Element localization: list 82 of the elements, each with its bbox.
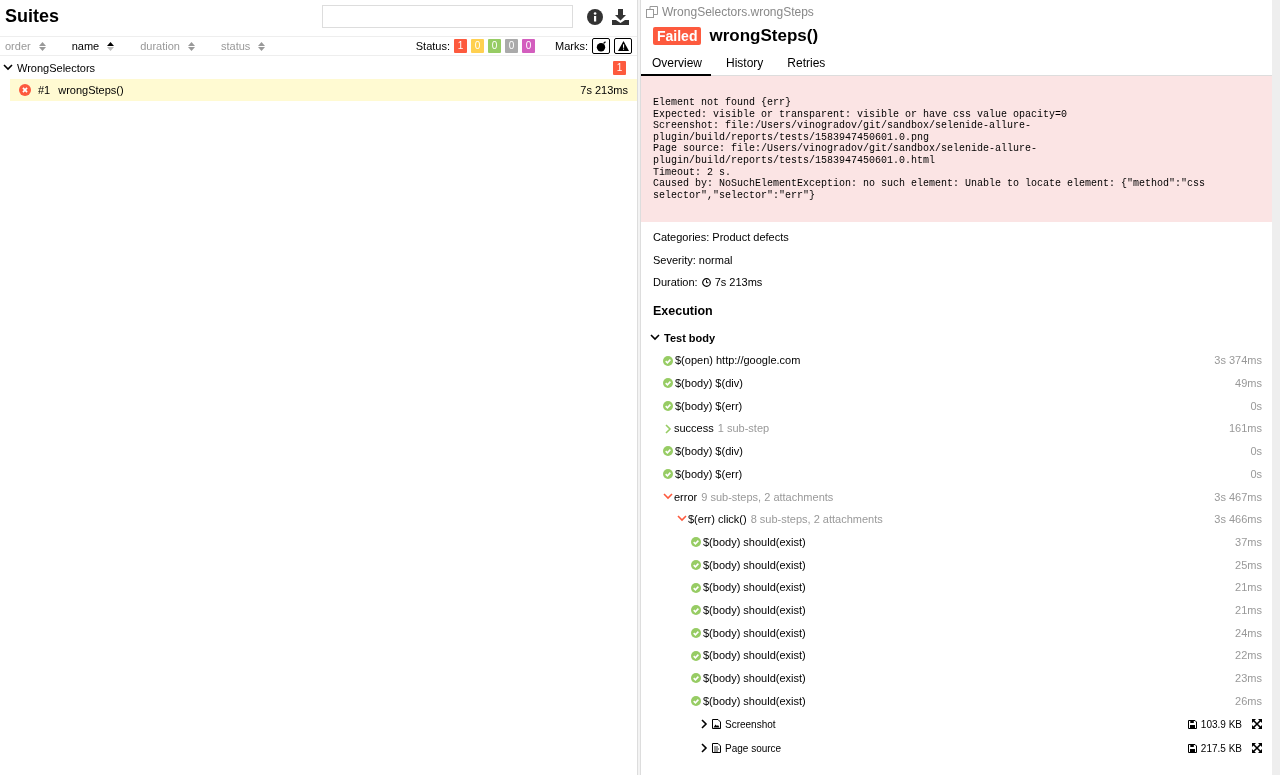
step-duration: 3s 374ms: [1214, 353, 1262, 369]
step-duration: 22ms: [1235, 648, 1262, 664]
status-badge: Failed: [653, 26, 702, 45]
step-summary: 1 sub-step: [717, 421, 770, 437]
step-name: $(body) should(exist): [703, 602, 806, 618]
step-summary: 8 sub-steps, 2 attachments: [750, 512, 883, 528]
expand-icon[interactable]: [1252, 719, 1262, 730]
step-name: $(body) $(err): [675, 466, 743, 482]
attachment-name[interactable]: Page source: [725, 740, 782, 756]
flaky-filter-button[interactable]: [592, 38, 610, 54]
error-message: Element not found {err} Expected: visible or transparent: visible or have css value opacity=0 Screenshot: file:/Users/vinogradov/git/sandbox/selenide-allure- plugin/build/reports/tests/1583947450601.0.png Page source: file:/Users/vinogradov/git/sandbox/selenide-allure- plugin/build/reports/tests/1583947450601.0.html Timeout: 2 s. Caused by: NoSuchElementException: no such element: Unable to locate element: {"method":"css selector","selector":"err"}: [641, 76, 1272, 223]
step-name: $(body) should(exist): [703, 534, 806, 550]
step-duration: 161ms: [1228, 421, 1262, 437]
step-duration: 24ms: [1235, 625, 1262, 641]
suite-name[interactable]: WrongSelectors: [17, 59, 96, 77]
chevron-right-icon[interactable]: [699, 719, 709, 730]
step-name: $(body) should(exist): [703, 671, 806, 686]
step-name[interactable]: $(err) click(): [688, 511, 747, 528]
severity-text: Severity: normal: [653, 252, 733, 268]
attachment-size: 103.9 KB: [1200, 717, 1242, 732]
info-icon[interactable]: [587, 8, 603, 25]
sort-arrows-icon: [107, 41, 115, 51]
test-title: wrongSteps(): [709, 24, 819, 47]
download-icon[interactable]: [612, 8, 629, 25]
step-duration: 37ms: [1235, 534, 1262, 550]
step-name: $(body) $(err): [675, 398, 743, 414]
marks-label: Marks:: [555, 38, 588, 54]
step-duration: 49ms: [1235, 376, 1262, 392]
section-title: Execution: [653, 303, 713, 318]
warning-filter-button[interactable]: [614, 38, 632, 54]
step-duration: 21ms: [1235, 580, 1262, 596]
sort-arrows-icon: [38, 41, 46, 51]
step-name: $(body) should(exist): [703, 693, 806, 709]
expand-icon[interactable]: [1252, 743, 1262, 754]
step-duration: 23ms: [1235, 671, 1262, 686]
test-duration: 7s 213ms: [580, 82, 628, 98]
attachment-size: 217.5 KB: [1200, 741, 1242, 756]
duration-value: 7s 213ms: [714, 275, 763, 291]
search-field[interactable]: [322, 5, 573, 28]
step-name: $(body) should(exist): [703, 648, 806, 664]
attachment-name[interactable]: Screenshot: [725, 716, 776, 732]
step-name: $(body) $(div): [675, 444, 743, 460]
failed-count: 1: [613, 61, 626, 75]
step-duration: 25ms: [1235, 557, 1262, 573]
step-duration: 3s 466ms: [1214, 512, 1262, 528]
step-duration: 3s 467ms: [1214, 489, 1262, 505]
step-duration: 21ms: [1235, 602, 1262, 618]
tab[interactable]: History: [715, 51, 773, 76]
step-summary: 9 sub-steps, 2 attachments: [701, 489, 834, 505]
step-name: $(body) $(div): [675, 376, 743, 392]
sort-arrows-icon: [258, 41, 266, 51]
chevron-down-icon[interactable]: [3, 63, 13, 73]
step-name: $(body) should(exist): [703, 625, 806, 641]
tab[interactable]: Retries: [776, 51, 835, 76]
step-name[interactable]: success: [674, 420, 714, 437]
step-group-name[interactable]: Test body: [664, 329, 716, 347]
step-name: $(body) should(exist): [703, 557, 806, 573]
step-duration: 0s: [1250, 398, 1262, 414]
categories-text: Categories: Product defects: [653, 230, 789, 246]
step-duration: 26ms: [1235, 693, 1262, 709]
pane-title: Suites: [5, 5, 60, 28]
step-name: $(open) http://google.com: [675, 353, 801, 369]
test-row[interactable]: #1 wrongSteps() 7s 213ms: [10, 79, 637, 101]
step-duration: 0s: [1250, 444, 1262, 460]
bomb-icon: [595, 40, 607, 52]
copy-icon[interactable]: [646, 6, 658, 18]
step-duration: 0s: [1250, 466, 1262, 482]
test-name: wrongSteps(): [58, 82, 124, 98]
test-order: #1: [38, 82, 51, 98]
status-label: Status:: [415, 38, 450, 54]
clock-icon: [701, 278, 711, 288]
step-name[interactable]: error: [674, 488, 698, 505]
test-path: WrongSelectors.wrongSteps: [662, 4, 814, 21]
save-icon: [1187, 719, 1197, 729]
duration-label: Duration:: [653, 275, 698, 291]
chevron-right-icon[interactable]: [699, 743, 709, 754]
sort-arrows-icon: [188, 41, 195, 51]
sort-button[interactable]: name: [71, 37, 115, 55]
warning-icon: [617, 41, 629, 51]
step-name: $(body) should(exist): [703, 580, 806, 596]
chevron-down-icon[interactable]: [650, 332, 660, 343]
save-icon: [1187, 743, 1197, 753]
